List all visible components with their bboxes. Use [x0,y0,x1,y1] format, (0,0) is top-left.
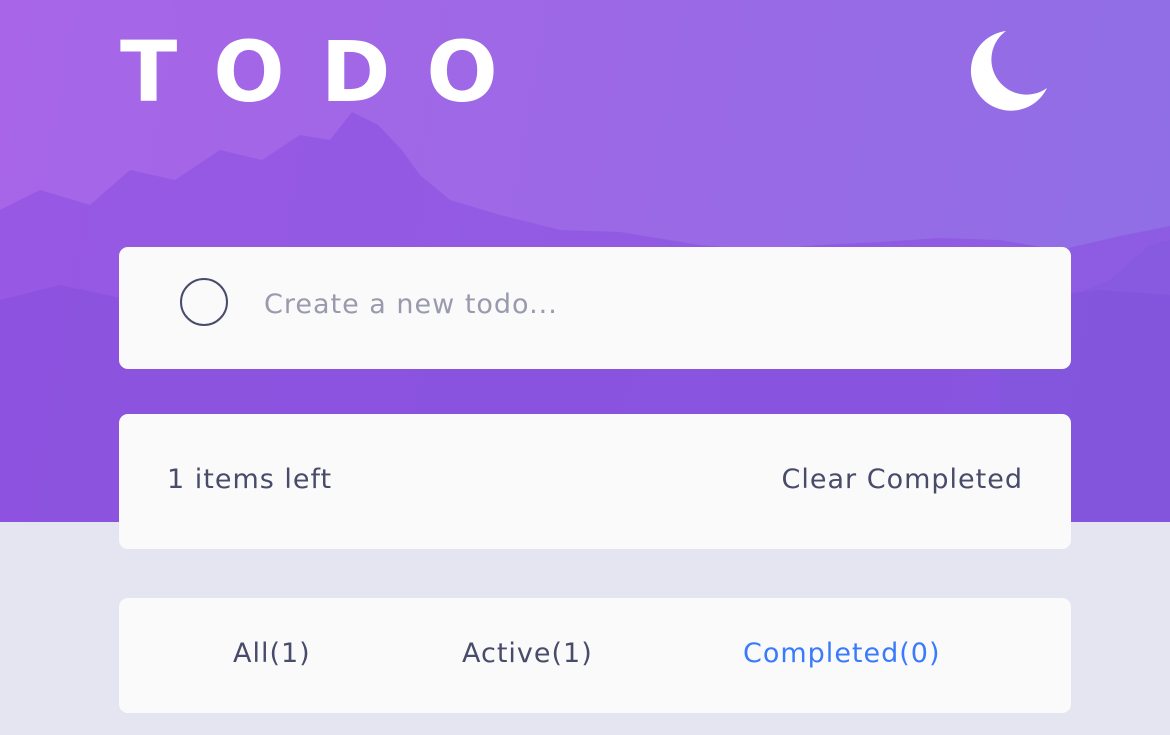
new-todo-input[interactable] [264,282,984,326]
circle-icon[interactable] [180,278,228,326]
filter-completed-button[interactable]: Completed(0) [743,634,941,673]
items-left-counter: 1 items left [167,464,333,495]
moon-icon [970,31,1047,111]
new-todo-card [119,247,1071,369]
theme-toggle-button[interactable] [964,26,1054,116]
filter-all-button[interactable]: All(1) [233,634,311,673]
status-bar: 1 items left Clear Completed [119,414,1071,549]
clear-completed-button[interactable]: Clear Completed [782,460,1023,499]
app-title: TODO [120,23,534,121]
filter-bar: All(1) Active(1) Completed(0) [119,598,1071,713]
filter-active-button[interactable]: Active(1) [462,634,593,673]
